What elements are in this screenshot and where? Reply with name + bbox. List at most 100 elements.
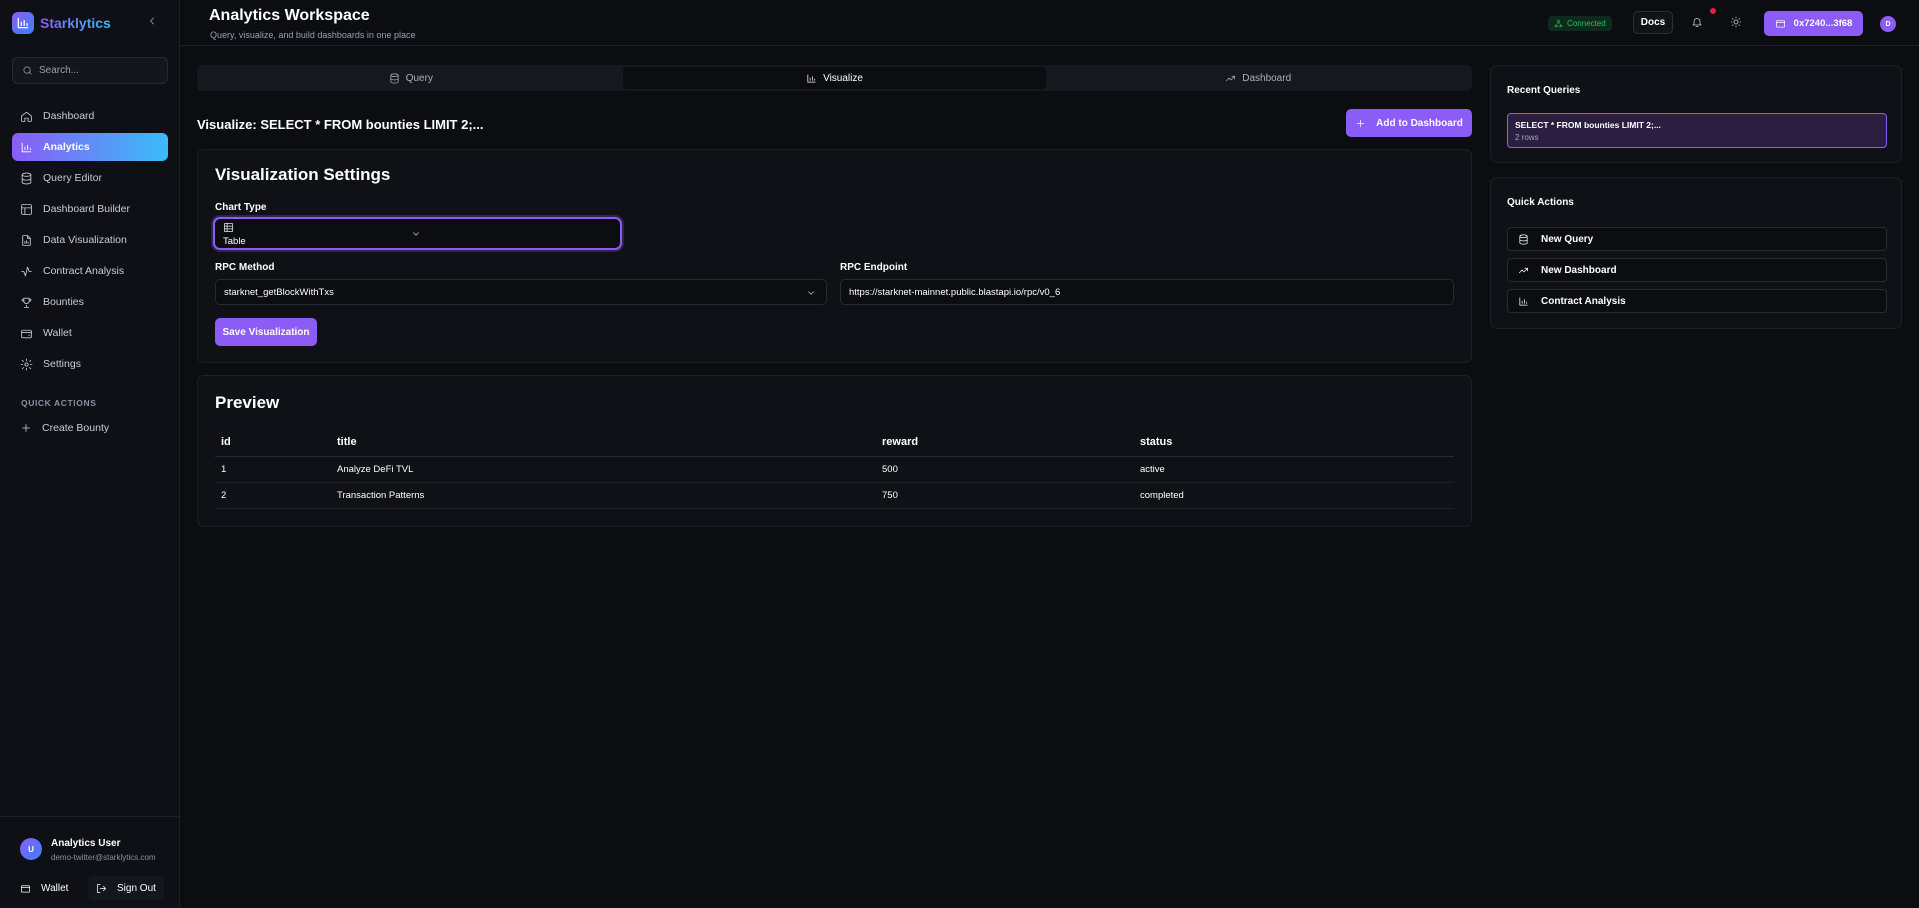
page-subtitle: Query, visualize, and build dashboards i… [210,30,416,40]
recent-query-text: SELECT * FROM bounties LIMIT 2;... [1515,120,1661,130]
table-cell: completed [1134,482,1454,509]
add-to-dashboard-button[interactable]: Add to Dashboard [1346,109,1472,137]
table-cell: 1 [215,456,331,483]
sidebar-item-dashboard-builder[interactable]: Dashboard Builder [12,195,168,223]
wallet-icon [1775,18,1786,29]
bar-chart-icon [1518,296,1529,307]
chevron-down-icon [223,229,608,239]
recent-query-rows: 2 rows [1515,133,1539,142]
preview-table: id title reward status 1 Analyze DeFi TV… [215,428,1454,509]
file-chart-icon [20,234,33,247]
wallet-address-button[interactable]: 0x7240...3f68 [1764,11,1863,36]
status-badge: Connected [1548,16,1612,31]
sun-icon[interactable] [1730,16,1742,28]
table-cell: active [1134,456,1454,483]
table-cell: 500 [876,456,1134,483]
user-email: demo-twitter@starklytics.com [51,853,156,862]
visualize-title: Visualize: SELECT * FROM bounties LIMIT … [197,117,484,132]
column-header: reward [876,428,1134,457]
logo-icon [12,12,34,34]
layout-icon [20,203,33,216]
sidebar-item-query-editor[interactable]: Query Editor [12,164,168,192]
rpc-method-select[interactable]: starknet_getBlockWithTxs [215,279,827,305]
avatar[interactable]: U [20,838,42,860]
contract-analysis-label: Contract Analysis [1541,295,1626,307]
wallet-icon [20,327,33,340]
chart-type-select[interactable]: Table [213,217,622,250]
chevron-left-icon[interactable] [146,15,158,27]
table-cell: 2 [215,482,331,509]
table-row: 2 Transaction Patterns 750 completed [215,482,1454,509]
recent-query-item[interactable]: SELECT * FROM bounties LIMIT 2;... 2 row… [1507,113,1887,148]
new-dashboard-button[interactable]: New Dashboard [1507,258,1887,282]
database-icon [20,172,33,185]
sidebar-footer: U Analytics User demo-twitter@starklytic… [0,816,180,908]
visualization-settings-card: Visualization Settings Chart Type Table … [197,149,1472,363]
wallet-address: 0x7240...3f68 [1793,18,1853,29]
column-header: status [1134,428,1454,457]
plus-icon [1355,118,1366,129]
brand-name: Starklytics [40,15,111,31]
bar-chart-icon [806,73,817,84]
contract-analysis-button[interactable]: Contract Analysis [1507,289,1887,313]
status-text: Connected [1567,19,1606,28]
recent-queries-card: Recent Queries SELECT * FROM bounties LI… [1490,65,1902,163]
footer-wallet-button[interactable]: Wallet [14,877,74,899]
sidebar-item-bounties[interactable]: Bounties [12,288,168,316]
create-bounty-button[interactable]: Create Bounty [12,414,168,442]
sidebar: Starklytics Search... Dashboard Analytic… [0,0,180,908]
table-cell: Analyze DeFi TVL [331,456,876,483]
rpc-endpoint-input[interactable]: https://starknet-mainnet.public.blastapi… [840,279,1454,305]
table-cell: 750 [876,482,1134,509]
brand[interactable]: Starklytics [12,12,111,34]
trending-icon [1225,73,1236,84]
sidebar-item-label: Data Visualization [43,234,127,246]
rpc-endpoint-value: https://starknet-mainnet.public.blastapi… [849,286,1061,298]
wallet-icon [20,883,31,894]
rpc-method-label: RPC Method [215,262,275,273]
save-visualization-button[interactable]: Save Visualization [215,318,317,346]
network-icon [1554,19,1563,28]
table-row: 1 Analyze DeFi TVL 500 active [215,456,1454,483]
activity-icon [20,265,33,278]
sidebar-item-data-visualization[interactable]: Data Visualization [12,226,168,254]
bell-icon[interactable] [1691,16,1703,28]
search-input[interactable]: Search... [12,57,168,84]
sidebar-item-dashboard[interactable]: Dashboard [12,102,168,130]
sidebar-item-contract-analysis[interactable]: Contract Analysis [12,257,168,285]
chevron-down-icon [806,288,816,298]
tab-visualize[interactable]: Visualize [622,67,1047,89]
new-query-button[interactable]: New Query [1507,227,1887,251]
chart-type-label: Chart Type [215,202,267,213]
rpc-method-value: starknet_getBlockWithTxs [224,286,334,298]
database-icon [389,73,400,84]
tab-label: Query [405,72,433,84]
sidebar-item-analytics[interactable]: Analytics [12,133,168,161]
sidebar-item-label: Dashboard [43,110,95,122]
gear-icon [20,358,33,371]
avatar[interactable]: D [1880,16,1896,32]
sidebar-item-wallet[interactable]: Wallet [12,319,168,347]
docs-button[interactable]: Docs [1633,11,1673,34]
sign-out-button[interactable]: Sign Out [88,876,164,900]
search-placeholder: Search... [39,65,80,76]
quick-actions-heading: QUICK ACTIONS [21,398,97,408]
tab-dashboard[interactable]: Dashboard [1046,67,1470,89]
sidebar-item-label: Query Editor [43,172,102,184]
tab-label: Visualize [823,72,863,84]
add-to-dashboard-label: Add to Dashboard [1376,117,1463,129]
new-dashboard-label: New Dashboard [1541,264,1617,276]
tab-label: Dashboard [1242,72,1292,84]
column-header: id [215,428,331,457]
sidebar-item-label: Analytics [43,141,90,153]
sidebar-item-label: Bounties [43,296,84,308]
quick-actions-card: Quick Actions New Query New Dashboard Co… [1490,177,1902,329]
settings-title: Visualization Settings [215,165,391,184]
sidebar-nav: Dashboard Analytics Query Editor Dashboa… [12,102,168,381]
sidebar-item-label: Wallet [43,327,72,339]
workspace-tabs: Query Visualize Dashboard [197,65,1472,91]
sidebar-item-label: Dashboard Builder [43,203,130,215]
sign-out-label: Sign Out [117,882,156,894]
tab-query[interactable]: Query [199,67,623,89]
sidebar-item-settings[interactable]: Settings [12,350,168,378]
